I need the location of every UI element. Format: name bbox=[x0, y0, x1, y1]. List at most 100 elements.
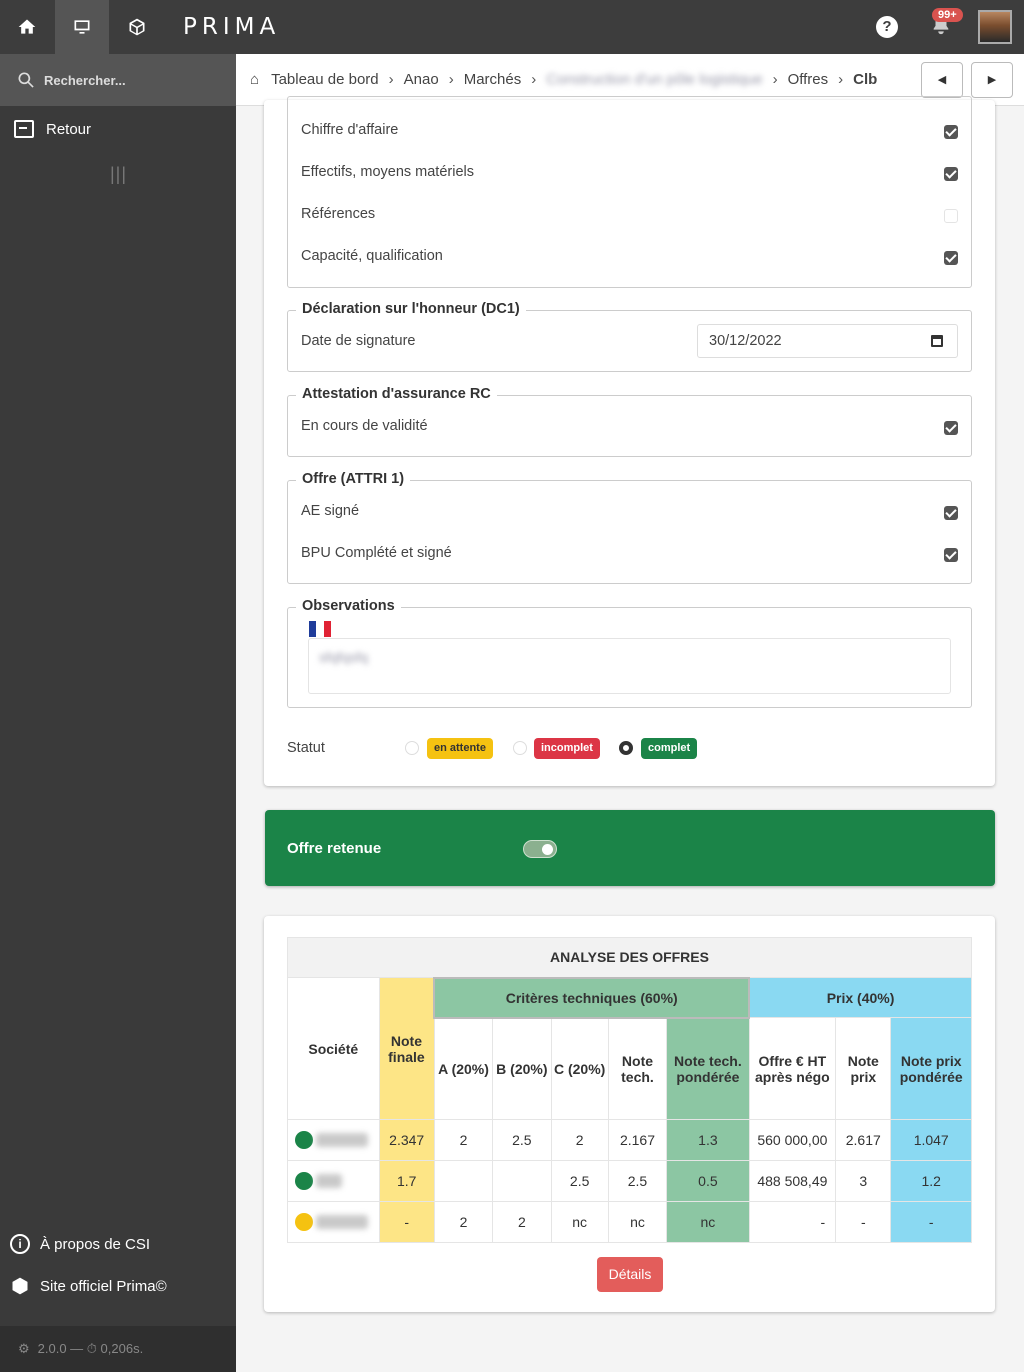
offre-legend: Offre (ATTRI 1) bbox=[296, 471, 411, 487]
note-prix-cell: - bbox=[835, 1201, 892, 1243]
french-flag-icon[interactable] bbox=[309, 621, 331, 637]
status-dot bbox=[295, 1131, 313, 1150]
b-cell bbox=[492, 1160, 552, 1202]
c-cell: 2.5 bbox=[550, 1160, 609, 1202]
note-tech-cell: 2.5 bbox=[607, 1160, 668, 1202]
header-note-finale: Note finale bbox=[378, 977, 435, 1120]
home-icon[interactable]: ⌂ bbox=[250, 71, 259, 88]
note-prix-ponderee-cell: 1.2 bbox=[890, 1160, 972, 1202]
b-cell: 2.5 bbox=[492, 1119, 552, 1161]
about-link[interactable]: i À propos de CSI bbox=[10, 1234, 150, 1254]
sidebar-footer: ⚙ 2.0.0 — ⏱ 0,206s. bbox=[0, 1326, 236, 1372]
societe-cell[interactable] bbox=[287, 1160, 380, 1202]
chevron-right-icon: › bbox=[531, 71, 537, 88]
observations-textarea[interactable]: sfqfqsfq bbox=[308, 638, 951, 694]
note-tech-cell: nc bbox=[607, 1201, 668, 1243]
capacite-checkbox[interactable] bbox=[944, 209, 958, 223]
search-label: Rechercher... bbox=[44, 72, 126, 88]
status-dot bbox=[295, 1172, 313, 1191]
offre-item-label: BPU Complété et signé bbox=[301, 545, 452, 561]
offre-retenue-label: Offre retenue bbox=[287, 840, 382, 857]
header-prix: Prix (40%) bbox=[748, 977, 973, 1018]
capacite-label: Références bbox=[301, 206, 376, 222]
chevron-right-icon: › bbox=[838, 71, 844, 88]
societe-name bbox=[316, 1174, 342, 1189]
capacite-checkbox[interactable] bbox=[944, 251, 958, 265]
capacite-label: Effectifs, moyens matériels bbox=[301, 164, 474, 180]
cube-button[interactable] bbox=[110, 0, 164, 54]
back-label: Retour bbox=[46, 120, 92, 138]
top-bar: PRIMA ? 99+ bbox=[0, 0, 1024, 54]
statut-badge: complet bbox=[641, 738, 698, 759]
official-site-link[interactable]: Site officiel Prima© bbox=[10, 1276, 167, 1296]
details-button[interactable]: Détails bbox=[597, 1257, 663, 1292]
sidebar-search[interactable]: Rechercher... bbox=[0, 54, 236, 106]
about-label: À propos de CSI bbox=[40, 1235, 151, 1253]
avatar[interactable] bbox=[978, 10, 1012, 44]
assurance-legend: Attestation d'assurance RC bbox=[296, 386, 497, 402]
gear-icon: ⚙ bbox=[18, 1341, 30, 1356]
chevron-right-icon: › bbox=[772, 71, 778, 88]
statut-badge: en attente bbox=[427, 738, 493, 759]
header-societe: Société bbox=[287, 977, 380, 1120]
offre-ht-cell: 560 000,00 bbox=[748, 1119, 837, 1161]
societe-cell[interactable] bbox=[287, 1201, 380, 1243]
statut-radio-incomplet[interactable] bbox=[513, 741, 527, 755]
header-note-tech-ponderee: Note tech. pondérée bbox=[666, 1017, 750, 1120]
capacite-label: Capacité, qualification bbox=[301, 248, 443, 264]
statut-radio-complet[interactable] bbox=[619, 741, 633, 755]
offre-checkbox[interactable] bbox=[944, 506, 958, 520]
previous-button[interactable]: ◀ bbox=[921, 62, 963, 98]
grip-icon[interactable]: ||| bbox=[110, 164, 127, 185]
breadcrumb-item[interactable]: Anao bbox=[404, 71, 439, 88]
a-cell: 2 bbox=[433, 1201, 494, 1243]
breadcrumb-item[interactable]: Marchés bbox=[464, 71, 522, 88]
back-icon bbox=[14, 120, 34, 138]
header-note-tech: Note tech. bbox=[607, 1017, 668, 1120]
assurance-checkbox[interactable] bbox=[944, 421, 958, 435]
note-tech-ponderee-cell: 0.5 bbox=[666, 1160, 750, 1202]
societe-name bbox=[316, 1215, 368, 1230]
societe-cell[interactable] bbox=[287, 1119, 380, 1161]
offre-fieldset bbox=[287, 480, 972, 584]
observations-legend: Observations bbox=[296, 598, 401, 614]
a-cell: 2 bbox=[433, 1119, 494, 1161]
date-value: 30/12/2022 bbox=[709, 333, 782, 349]
breadcrumb-item[interactable]: Construction d'un pôle logistique bbox=[546, 71, 762, 88]
back-button[interactable]: Retour bbox=[0, 106, 236, 152]
analyse-table: ANALYSE DES OFFRES Société Note finale C… bbox=[287, 937, 973, 1243]
cube-icon bbox=[12, 1277, 28, 1295]
header-note-prix: Note prix bbox=[835, 1017, 892, 1120]
capacite-checkbox[interactable] bbox=[944, 125, 958, 139]
date-label: Date de signature bbox=[301, 333, 416, 349]
help-icon[interactable]: ? bbox=[876, 16, 898, 38]
search-icon bbox=[18, 72, 34, 88]
a-cell bbox=[433, 1160, 494, 1202]
table-row: 2.347 2 2.5 2 2.167 1.3 560 000,00 2.617… bbox=[287, 1119, 972, 1161]
offre-ht-cell: 488 508,49 bbox=[748, 1160, 837, 1202]
monitor-icon bbox=[74, 20, 90, 34]
note-finale-cell: - bbox=[378, 1201, 435, 1243]
statut-radio-en-attente[interactable] bbox=[405, 741, 419, 755]
site-label: Site officiel Prima© bbox=[40, 1277, 167, 1295]
capacite-checkbox[interactable] bbox=[944, 167, 958, 181]
note-prix-ponderee-cell: 1.047 bbox=[890, 1119, 972, 1161]
table-row: 1.7 2.5 2.5 0.5 488 508,49 3 1.2 bbox=[287, 1160, 972, 1202]
b-cell: 2 bbox=[492, 1201, 552, 1243]
note-prix-cell: 2.617 bbox=[835, 1119, 892, 1161]
app-logo[interactable]: PRIMA bbox=[183, 14, 280, 40]
home-button[interactable] bbox=[0, 0, 54, 54]
note-prix-ponderee-cell: - bbox=[890, 1201, 972, 1243]
note-tech-ponderee-cell: nc bbox=[666, 1201, 750, 1243]
calendar-icon[interactable] bbox=[931, 335, 943, 347]
header-c: C (20%) bbox=[550, 1017, 609, 1120]
offre-checkbox[interactable] bbox=[944, 548, 958, 562]
breadcrumb-item[interactable]: Offres bbox=[788, 71, 829, 88]
offre-retenue-card: Offre retenue bbox=[265, 810, 995, 886]
next-button[interactable]: ▶ bbox=[971, 62, 1013, 98]
offre-retenue-toggle[interactable] bbox=[523, 840, 557, 858]
capacite-label: Chiffre d'affaire bbox=[301, 122, 399, 138]
breadcrumb-item[interactable]: Tableau de bord bbox=[271, 71, 379, 88]
signature-date-input[interactable]: 30/12/2022 bbox=[697, 324, 958, 358]
desktop-button[interactable] bbox=[55, 0, 109, 54]
